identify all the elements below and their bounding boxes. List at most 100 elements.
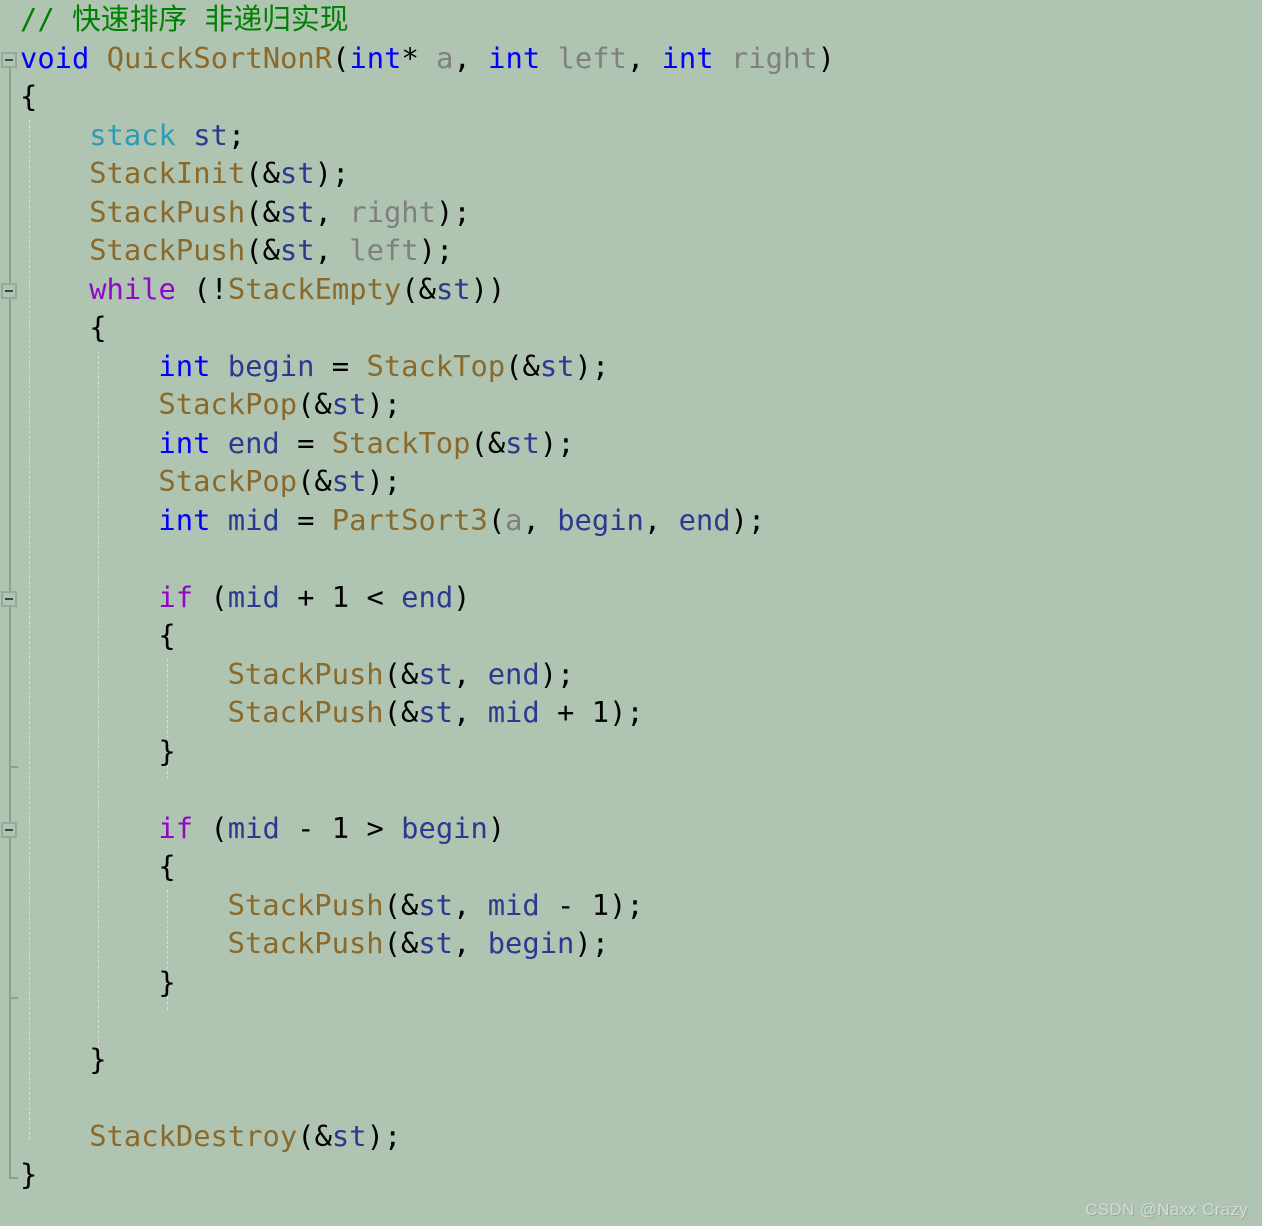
code-token: ( bbox=[487, 502, 506, 537]
code-line[interactable] bbox=[0, 1078, 1262, 1117]
code-line[interactable]: int end = StackTop(&st); bbox=[0, 424, 1262, 463]
code-token: (& bbox=[401, 271, 436, 306]
code-line[interactable]: int begin = StackTop(&st); bbox=[0, 347, 1262, 386]
code-token: = bbox=[314, 348, 367, 383]
code-line[interactable]: // 快速排序 非递归实现 bbox=[0, 0, 1262, 39]
code-token: , bbox=[453, 40, 489, 75]
code-token: StackPush bbox=[227, 656, 384, 691]
code-token: PartSort3 bbox=[331, 502, 488, 537]
code-token: (& bbox=[245, 156, 280, 190]
code-token: int bbox=[661, 40, 714, 75]
code-token: stack bbox=[89, 117, 176, 152]
code-token: , bbox=[643, 502, 679, 537]
code-token: mid bbox=[227, 579, 280, 614]
code-line[interactable]: } bbox=[0, 1040, 1262, 1079]
code-line[interactable]: if (mid - 1 > begin) bbox=[0, 809, 1262, 848]
code-line[interactable]: StackInit(&st); bbox=[0, 154, 1262, 193]
code-line[interactable]: } bbox=[0, 963, 1262, 1002]
code-line[interactable]: { bbox=[0, 77, 1262, 116]
code-token: if bbox=[158, 579, 194, 614]
code-token: StackPush bbox=[227, 695, 384, 729]
code-token: , bbox=[626, 40, 662, 75]
csdn-watermark: CSDN @Naxx Crazy bbox=[1085, 1200, 1248, 1219]
code-token: { bbox=[89, 310, 107, 344]
code-line[interactable]: StackDestroy(&st); bbox=[0, 1117, 1262, 1156]
code-line[interactable]: if (mid + 1 < end) bbox=[0, 578, 1262, 617]
code-token: (& bbox=[297, 387, 332, 421]
code-token: { bbox=[158, 849, 176, 883]
code-token: + 1); bbox=[539, 695, 644, 729]
code-token: QuickSortNonR bbox=[106, 40, 333, 75]
code-line[interactable]: { bbox=[0, 616, 1262, 655]
code-token: int bbox=[158, 348, 211, 383]
code-token: mid bbox=[487, 695, 540, 729]
code-token: st bbox=[539, 348, 575, 383]
code-token: (& bbox=[245, 194, 280, 229]
code-token: ) bbox=[487, 810, 506, 845]
code-token: end bbox=[227, 425, 280, 460]
code-token: (& bbox=[383, 887, 419, 922]
code-token: , bbox=[453, 695, 488, 729]
code-line[interactable]: stack st; bbox=[0, 116, 1262, 155]
code-token: { bbox=[20, 79, 38, 113]
code-token: ); bbox=[314, 156, 350, 190]
code-token: StackTop bbox=[331, 425, 471, 460]
code-token: ); bbox=[366, 1118, 402, 1153]
code-token: a bbox=[436, 40, 454, 75]
code-token: end bbox=[487, 656, 540, 691]
code-line[interactable]: StackPush(&st, end); bbox=[0, 655, 1262, 694]
code-token: // 快速排序 非递归实现 bbox=[20, 2, 349, 36]
code-token: (& bbox=[383, 695, 419, 729]
code-line[interactable]: StackPush(&st, begin); bbox=[0, 924, 1262, 963]
code-token: end bbox=[678, 502, 731, 537]
code-token: st bbox=[279, 233, 315, 267]
code-line[interactable]: void QuickSortNonR(int* a, int left, int… bbox=[0, 39, 1262, 78]
code-token: ); bbox=[574, 348, 610, 383]
code-content[interactable]: // 快速排序 非递归实现 void QuickSortNonR(int* a, … bbox=[0, 0, 1262, 1194]
code-token: } bbox=[20, 1157, 38, 1191]
code-line[interactable]: StackPush(&st, left); bbox=[0, 231, 1262, 270]
code-token: ); bbox=[366, 387, 402, 421]
code-token: st bbox=[435, 271, 471, 306]
code-line[interactable]: } bbox=[0, 732, 1262, 771]
code-token: StackPop bbox=[158, 464, 298, 498]
code-line[interactable]: StackPop(&st); bbox=[0, 462, 1262, 501]
code-editor[interactable]: // 快速排序 非递归实现 void QuickSortNonR(int* a, … bbox=[0, 0, 1262, 1226]
code-line[interactable]: StackPush(&st, mid + 1); bbox=[0, 693, 1262, 732]
code-token: (& bbox=[505, 348, 540, 383]
code-token: + 1 < bbox=[279, 579, 402, 614]
code-line[interactable] bbox=[0, 1001, 1262, 1040]
code-token: st bbox=[505, 425, 540, 460]
code-line[interactable]: StackPop(&st); bbox=[0, 385, 1262, 424]
code-token: ( bbox=[332, 40, 350, 75]
code-token: ) bbox=[817, 40, 835, 75]
code-line[interactable] bbox=[0, 539, 1262, 578]
code-line[interactable]: StackPush(&st, right); bbox=[0, 193, 1262, 232]
code-token: ( bbox=[193, 810, 228, 845]
code-token: ); bbox=[435, 194, 471, 229]
code-token: right bbox=[349, 194, 436, 229]
code-token: } bbox=[89, 1041, 107, 1076]
code-token: st bbox=[331, 1118, 367, 1153]
code-token: end bbox=[401, 579, 454, 614]
code-token: (! bbox=[175, 271, 228, 306]
code-token: st bbox=[418, 656, 454, 691]
code-token: (& bbox=[383, 656, 419, 691]
code-token: ); bbox=[418, 233, 454, 267]
code-token: begin bbox=[487, 926, 575, 960]
code-line[interactable]: } bbox=[0, 1155, 1262, 1194]
code-line[interactable]: { bbox=[0, 308, 1262, 347]
code-line[interactable]: int mid = PartSort3(a, begin, end); bbox=[0, 501, 1262, 540]
code-token: (& bbox=[297, 464, 332, 498]
code-line[interactable] bbox=[0, 770, 1262, 809]
code-token: , bbox=[314, 233, 350, 267]
code-line[interactable]: while (!StackEmpty(&st)) bbox=[0, 270, 1262, 309]
code-line[interactable]: { bbox=[0, 847, 1262, 886]
code-token: ) bbox=[453, 579, 471, 614]
code-line[interactable]: StackPush(&st, mid - 1); bbox=[0, 886, 1262, 925]
